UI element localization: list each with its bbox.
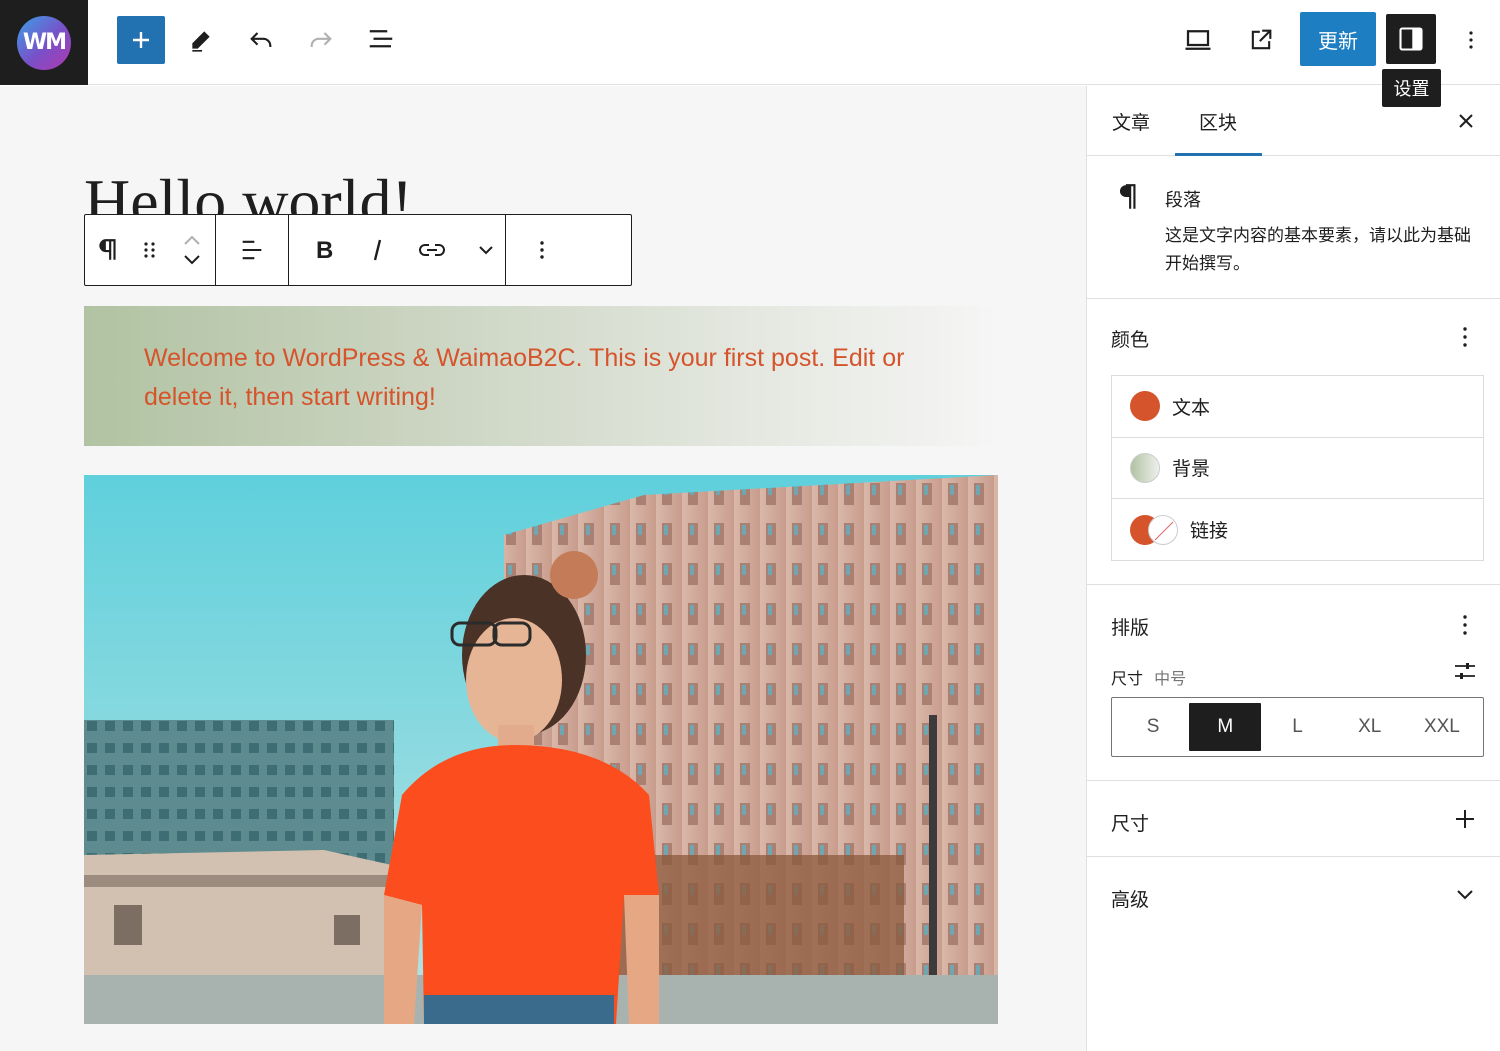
font-size-picker: S M L XL XXL bbox=[1111, 697, 1484, 757]
list-view-icon bbox=[369, 30, 393, 48]
advanced-panel-title: 高级 bbox=[1111, 889, 1150, 911]
add-dimension-button[interactable] bbox=[1453, 807, 1477, 835]
color-item-link[interactable]: 链接 bbox=[1112, 499, 1483, 561]
plus-icon bbox=[1456, 810, 1474, 828]
typography-panel: 排版 尺寸 中号 S M L XL XXL bbox=[1087, 585, 1500, 781]
color-item-label: 文本 bbox=[1172, 396, 1211, 419]
image-block[interactable] bbox=[84, 475, 998, 1024]
settings-tooltip: 设置 bbox=[1382, 69, 1441, 107]
font-size-option-s[interactable]: S bbox=[1117, 703, 1189, 751]
desktop-icon bbox=[1185, 30, 1211, 50]
chevron-down-icon bbox=[479, 246, 493, 255]
tab-post[interactable]: 文章 bbox=[1112, 108, 1150, 135]
more-vertical-icon bbox=[540, 241, 544, 259]
color-panel-title: 颜色 bbox=[1111, 329, 1150, 351]
photo-image bbox=[84, 475, 998, 1024]
font-size-option-xxl[interactable]: XXL bbox=[1406, 703, 1478, 751]
chevron-down-icon bbox=[1457, 890, 1473, 900]
settings-sliders-icon bbox=[1455, 663, 1475, 679]
redo-icon bbox=[310, 32, 332, 47]
advanced-toggle[interactable] bbox=[1453, 887, 1477, 907]
view-post-button[interactable] bbox=[1237, 16, 1285, 64]
font-size-value: 中号 bbox=[1154, 669, 1187, 688]
link-color-swatches bbox=[1130, 514, 1178, 545]
font-size-label: 尺寸 bbox=[1111, 669, 1144, 688]
font-size-label-row: 尺寸 中号 bbox=[1111, 665, 1186, 689]
advanced-panel[interactable]: 高级 bbox=[1087, 857, 1500, 937]
paragraph-icon bbox=[99, 239, 116, 260]
color-item-background[interactable]: 背景 bbox=[1112, 438, 1483, 499]
sidebar-icon bbox=[1399, 27, 1423, 51]
bold-button[interactable]: B bbox=[289, 215, 359, 285]
block-options-button[interactable] bbox=[506, 215, 578, 285]
italic-icon bbox=[373, 239, 382, 261]
chevron-down-icon[interactable] bbox=[182, 254, 202, 266]
plus-icon bbox=[133, 32, 149, 48]
block-type-button[interactable] bbox=[85, 215, 131, 285]
tools-button[interactable] bbox=[177, 16, 225, 64]
color-options-button[interactable] bbox=[1453, 322, 1477, 352]
color-panel: 颜色 文本 背景 链接 bbox=[1087, 299, 1500, 585]
font-size-option-xl[interactable]: XL bbox=[1334, 703, 1406, 751]
preview-button[interactable] bbox=[1174, 16, 1222, 64]
editor-header: WM 更新 bbox=[0, 0, 1500, 85]
font-size-option-l[interactable]: L bbox=[1261, 703, 1333, 751]
bold-icon: B bbox=[316, 237, 333, 263]
link-icon bbox=[419, 244, 445, 256]
drag-handle[interactable] bbox=[131, 215, 169, 285]
more-vertical-icon bbox=[1463, 615, 1467, 635]
text-color-swatch bbox=[1130, 391, 1160, 422]
align-button[interactable] bbox=[216, 215, 288, 285]
editor-canvas: Hello world! B Welcome to WordPress & Wa… bbox=[0, 86, 1086, 1051]
typography-options-button[interactable] bbox=[1453, 610, 1477, 640]
dimensions-panel-title: 尺寸 bbox=[1111, 813, 1150, 835]
settings-button[interactable] bbox=[1386, 14, 1436, 64]
background-color-swatch bbox=[1130, 452, 1160, 483]
custom-size-button[interactable] bbox=[1453, 659, 1477, 687]
options-button[interactable] bbox=[1447, 16, 1495, 64]
more-vertical-icon bbox=[1469, 31, 1473, 49]
chevron-up-icon[interactable] bbox=[182, 234, 202, 246]
color-list: 文本 背景 链接 bbox=[1111, 375, 1484, 561]
color-item-text[interactable]: 文本 bbox=[1112, 376, 1483, 438]
formatting-group: B bbox=[289, 215, 506, 285]
paragraph-icon bbox=[1115, 182, 1141, 216]
close-sidebar-button[interactable] bbox=[1449, 104, 1483, 138]
pencil-icon bbox=[192, 31, 210, 52]
font-size-option-m[interactable]: M bbox=[1189, 703, 1262, 751]
color-item-label: 背景 bbox=[1172, 458, 1211, 481]
redo-button[interactable] bbox=[297, 16, 345, 64]
update-button[interactable]: 更新 bbox=[1300, 12, 1376, 66]
link-button[interactable] bbox=[397, 215, 467, 285]
italic-button[interactable] bbox=[359, 215, 397, 285]
site-logo-button[interactable]: WM bbox=[0, 0, 88, 85]
align-left-icon bbox=[242, 240, 262, 260]
document-overview-button[interactable] bbox=[357, 16, 405, 64]
undo-button[interactable] bbox=[237, 16, 285, 64]
block-switcher-group bbox=[85, 215, 216, 285]
typography-panel-title: 排版 bbox=[1111, 617, 1150, 639]
dimensions-panel[interactable]: 尺寸 bbox=[1087, 781, 1500, 857]
options-group bbox=[506, 215, 578, 285]
block-card: 段落 这是文字内容的基本要素，请以此为基础开始撰写。 bbox=[1087, 156, 1500, 299]
close-icon bbox=[1459, 114, 1473, 128]
external-link-icon bbox=[1251, 29, 1272, 50]
paragraph-block[interactable]: Welcome to WordPress & WaimaoB2C. This i… bbox=[84, 306, 1004, 446]
undo-icon bbox=[250, 32, 272, 47]
block-title: 段落 bbox=[1165, 190, 1201, 211]
more-formats-button[interactable] bbox=[467, 215, 505, 285]
color-item-label: 链接 bbox=[1190, 520, 1229, 543]
block-toolbar: B bbox=[84, 214, 632, 286]
tab-block[interactable]: 区块 bbox=[1199, 108, 1237, 135]
block-description: 这是文字内容的基本要素，请以此为基础开始撰写。 bbox=[1165, 226, 1471, 274]
drag-handle-icon bbox=[144, 242, 155, 258]
settings-sidebar: 文章 区块 段落 这是文字内容的基本要素，请以此为基础开始撰写。 颜色 文本 背… bbox=[1086, 86, 1500, 1051]
more-vertical-icon bbox=[1463, 327, 1467, 347]
logo-icon: WM bbox=[17, 15, 71, 70]
block-mover bbox=[169, 215, 215, 285]
alignment-group bbox=[216, 215, 289, 285]
block-inserter-button[interactable] bbox=[117, 16, 165, 64]
svg-text:B: B bbox=[316, 237, 333, 263]
